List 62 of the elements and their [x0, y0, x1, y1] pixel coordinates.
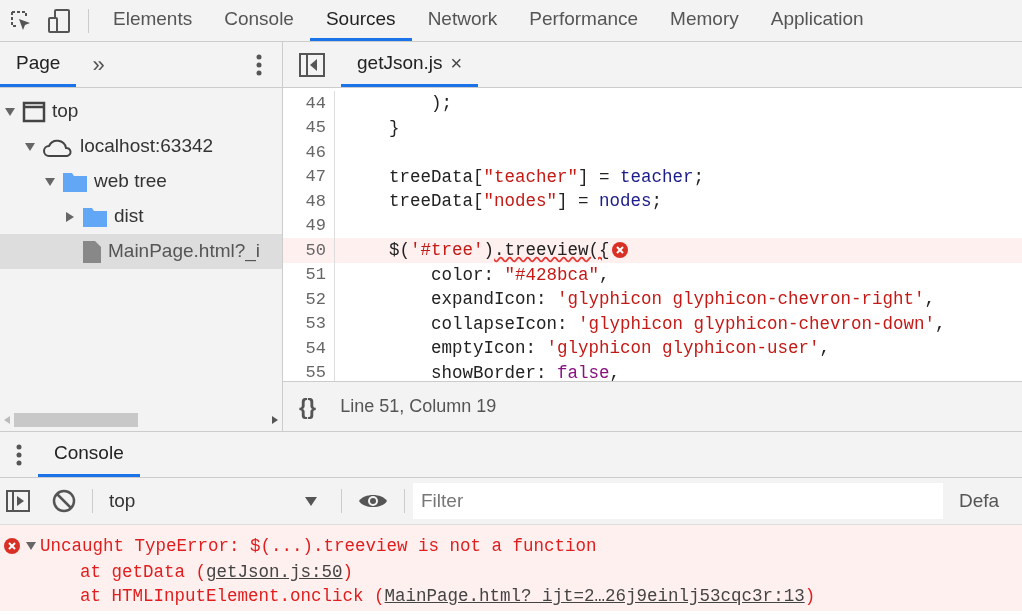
dropdown-arrow-icon[interactable] [305, 496, 317, 506]
expanded-arrow-icon[interactable] [26, 542, 36, 551]
line-number: 47 [283, 164, 335, 189]
filter-field[interactable]: Filter [413, 483, 943, 519]
line-number: 45 [283, 115, 335, 140]
code-line: collapseIcon: 'glyphicon glyphicon-chevron-down', [430, 312, 946, 336]
code-line: ); [430, 92, 453, 116]
toggle-navigator-icon[interactable] [299, 52, 325, 77]
navigator-tab[interactable]: Page [0, 42, 77, 87]
code-line: emptyIcon: 'glyphicon glyphicon-user', [430, 337, 831, 361]
stack-frame: at HTMLInputElement.onclick (MainPage.html?_ijt=2…26j9einlj53cqc3r:13) [0, 583, 1022, 608]
code-line: $('#tree').treeview({ [388, 239, 610, 263]
line-number: 53 [283, 311, 335, 336]
code-line: expandIcon: 'glyphicon glyphicon-chevron-right', [430, 288, 936, 312]
clear-console-icon[interactable] [52, 489, 76, 513]
expanded-arrow-icon[interactable] [25, 142, 35, 151]
scrollbar-thumb[interactable] [14, 413, 138, 427]
panel-tab[interactable]: Memory [654, 0, 755, 41]
pretty-print-button[interactable]: {} [299, 390, 317, 423]
folder-icon [82, 205, 108, 228]
error-message: Uncaught TypeError: $(...).treeview is not a function [40, 535, 597, 558]
panel-tab[interactable]: Console [208, 0, 310, 41]
panel-tab[interactable]: Performance [513, 0, 655, 41]
code-line: color: "#428bca", [430, 263, 610, 287]
line-number: 54 [283, 336, 335, 361]
panel-tab[interactable]: Elements [97, 0, 209, 41]
error-icon [4, 538, 20, 555]
code-line: } [388, 116, 400, 140]
sidebar-toggle-icon[interactable] [6, 490, 30, 512]
code-line: showBorder: false, [430, 361, 621, 381]
tree-item[interactable]: localhost:63342 [80, 132, 214, 161]
source-link[interactable]: MainPage.html?_ijt=2…26j9einlj53cqc3r:13 [384, 586, 805, 607]
drawer-menu-icon[interactable] [16, 442, 22, 467]
scroll-right-icon[interactable] [272, 416, 278, 424]
panel-tab[interactable]: Network [411, 0, 514, 41]
tree-item[interactable]: web tree [94, 167, 167, 196]
tree-item[interactable]: dist [114, 202, 144, 231]
more-tabs-button[interactable]: » [76, 42, 121, 87]
collapsed-arrow-icon[interactable] [66, 211, 74, 222]
panel-tab[interactable]: Application [754, 0, 880, 41]
frame-icon [22, 100, 46, 123]
line-number: 50 [283, 238, 335, 263]
cursor-position: Line 51, Column 19 [340, 395, 497, 418]
source-link[interactable]: getJson.js:50 [206, 562, 343, 583]
code-line: treeData["nodes"] = nodes; [388, 190, 663, 214]
stack-frame: at getData (getJson.js:50) [0, 559, 1022, 584]
expanded-arrow-icon[interactable] [45, 177, 55, 186]
line-number: 44 [283, 91, 335, 116]
expanded-arrow-icon[interactable] [5, 107, 15, 116]
error-icon [611, 242, 628, 259]
line-number: 52 [283, 287, 335, 312]
folder-icon [62, 170, 88, 193]
line-number: 51 [283, 262, 335, 287]
device-toolbar-icon[interactable] [46, 7, 72, 34]
line-number: 46 [283, 140, 335, 165]
context-select[interactable]: top [93, 486, 333, 516]
more-options-icon[interactable] [256, 52, 262, 77]
file-icon [82, 239, 102, 264]
code-line: treeData["teacher"] = teacher; [388, 165, 705, 189]
tree-item[interactable]: top [52, 97, 79, 126]
line-number: 48 [283, 189, 335, 214]
levels-dropdown[interactable]: Defa [959, 486, 1000, 516]
